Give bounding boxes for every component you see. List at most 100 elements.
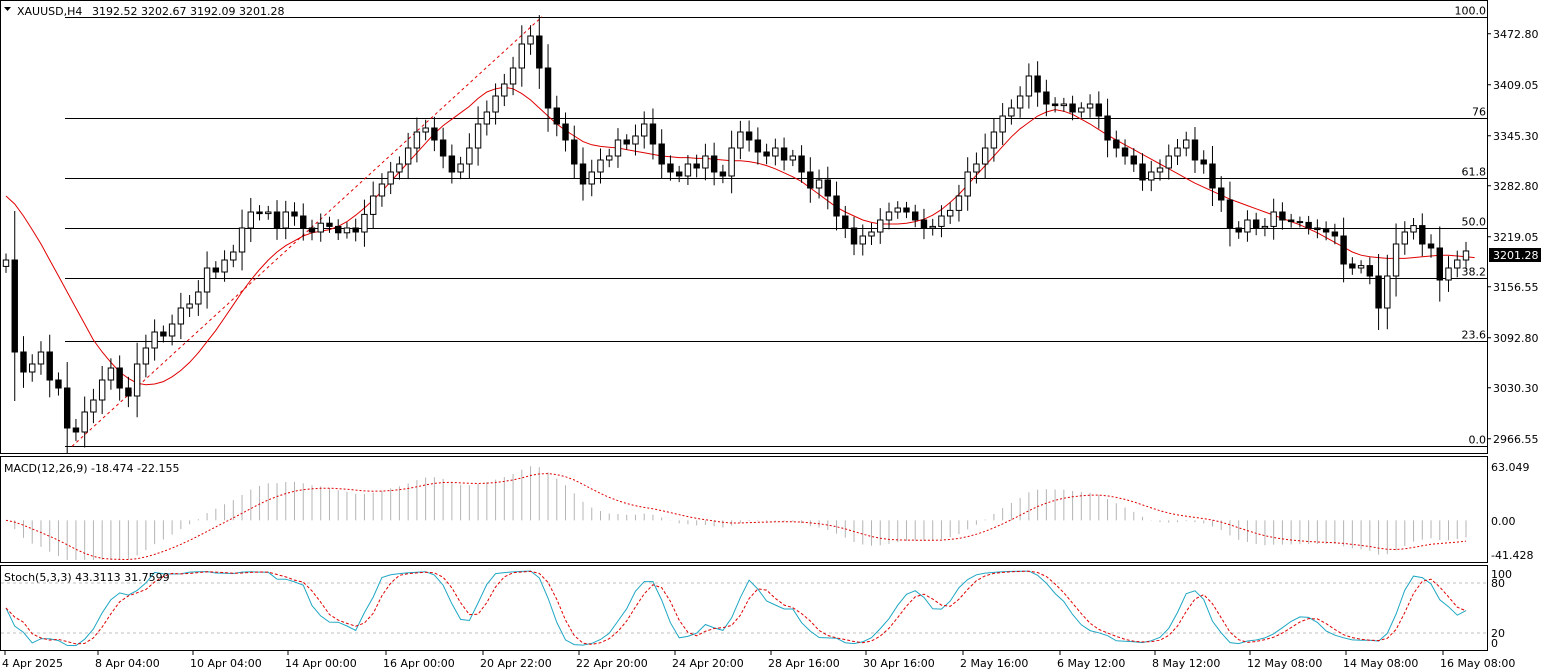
price-chart[interactable]: 100.0 76 61.8 50.0 38.2 23.6 0.0 3472.80 3409.0…: [0, 0, 1542, 671]
candle: [885, 202, 893, 230]
candle: [728, 130, 735, 194]
candle: [868, 223, 875, 245]
price-tick-label: 3409.05: [1493, 79, 1539, 92]
candle: [518, 25, 526, 87]
candle: [168, 314, 176, 346]
candle: [894, 201, 901, 219]
candle: [116, 355, 123, 401]
candle: [649, 108, 657, 160]
candle: [1217, 176, 1225, 212]
candle: [1252, 212, 1260, 236]
candle: [1060, 97, 1068, 112]
candle: [1366, 257, 1374, 285]
candle: [474, 106, 482, 166]
candle: [29, 354, 36, 382]
chevron-down-icon[interactable]: [4, 7, 11, 11]
candle: [1095, 91, 1103, 129]
candle: [1427, 234, 1435, 258]
candle: [964, 157, 971, 211]
current-price-marker: 3201.28: [1489, 248, 1541, 262]
candle: [20, 336, 27, 388]
candle: [203, 251, 211, 309]
candle: [1139, 153, 1146, 191]
candle: [125, 376, 132, 408]
candle: [369, 181, 377, 229]
candle: [1025, 63, 1033, 109]
fib-label-4: 38.2: [1462, 266, 1487, 279]
candle: [1113, 130, 1120, 158]
candle: [1314, 219, 1321, 239]
candle: [938, 205, 945, 238]
candle: [1349, 257, 1356, 275]
candle: [63, 362, 71, 454]
candle: [1261, 218, 1269, 237]
candle: [833, 181, 840, 231]
candle: [606, 148, 613, 168]
time-tick-label: 6 May 12:00: [1057, 657, 1125, 670]
candle: [1401, 221, 1409, 255]
candle: [177, 292, 185, 340]
price-tick-label: 3156.55: [1493, 281, 1539, 294]
time-axis: 4 Apr 2025 8 Apr 04:00 10 Apr 04:00 14 Apr …: [2, 651, 1515, 670]
candle: [955, 184, 963, 222]
candle: [675, 165, 683, 183]
candle: [981, 133, 989, 179]
candle: [1279, 202, 1286, 230]
candle: [1454, 250, 1461, 278]
candle: [396, 156, 403, 180]
candle: [640, 111, 648, 149]
candle: [1104, 98, 1111, 158]
candle: [780, 137, 788, 171]
candle: [1200, 150, 1207, 174]
candle: [789, 149, 797, 167]
candle: [1183, 131, 1190, 157]
fib-label-5: 23.6: [1462, 329, 1487, 342]
fib-label-0: 100.0: [1455, 5, 1487, 18]
macd-panel: [0, 456, 1488, 563]
fib-label-3: 50.0: [1462, 216, 1487, 229]
candle: [238, 209, 246, 271]
candle: [308, 219, 316, 241]
macd-tick-bottom: -41.428: [1491, 549, 1533, 562]
candle: [571, 125, 578, 179]
time-tick-label: 28 Apr 16:00: [768, 657, 840, 670]
time-tick-label: 24 Apr 20:00: [672, 657, 744, 670]
candle: [11, 211, 18, 401]
price-tick-label: 3219.05: [1493, 231, 1539, 244]
time-tick-label: 20 Apr 22:00: [480, 657, 552, 670]
candle: [903, 201, 910, 219]
candle: [1069, 95, 1076, 121]
candle: [1357, 260, 1365, 274]
candle: [133, 342, 141, 418]
stoch-tick-80: 80: [1491, 577, 1505, 590]
candle: [798, 145, 805, 183]
current-price-label: 3201.28: [1493, 249, 1539, 262]
macd-tick-top: 63.049: [1491, 461, 1530, 474]
candle: [72, 419, 80, 441]
candle: [990, 118, 998, 162]
candle: [754, 127, 762, 165]
candle: [501, 73, 508, 107]
candle: [850, 216, 858, 256]
candle: [737, 120, 744, 160]
candle: [815, 169, 823, 199]
candle: [387, 161, 394, 195]
candle: [457, 156, 464, 180]
fibonacci-trendline[interactable]: [71, 16, 543, 447]
candle: [404, 132, 412, 180]
time-tick-label: 14 May 08:00: [1343, 657, 1418, 670]
chart-header: XAUUSD,H4 3192.52 3202.67 3192.09 3201.2…: [4, 5, 284, 18]
candle: [448, 144, 456, 184]
candle: [1078, 102, 1085, 118]
candle: [1305, 215, 1312, 235]
candle: [46, 334, 53, 398]
candle: [1086, 94, 1094, 118]
candle: [1235, 221, 1242, 239]
candle: [807, 157, 814, 203]
candle: [877, 208, 884, 244]
candle: [107, 358, 115, 390]
candle: [1165, 144, 1172, 180]
candle: [1410, 218, 1417, 240]
candle: [536, 15, 543, 89]
price-tick-label: 2966.55: [1493, 433, 1539, 446]
